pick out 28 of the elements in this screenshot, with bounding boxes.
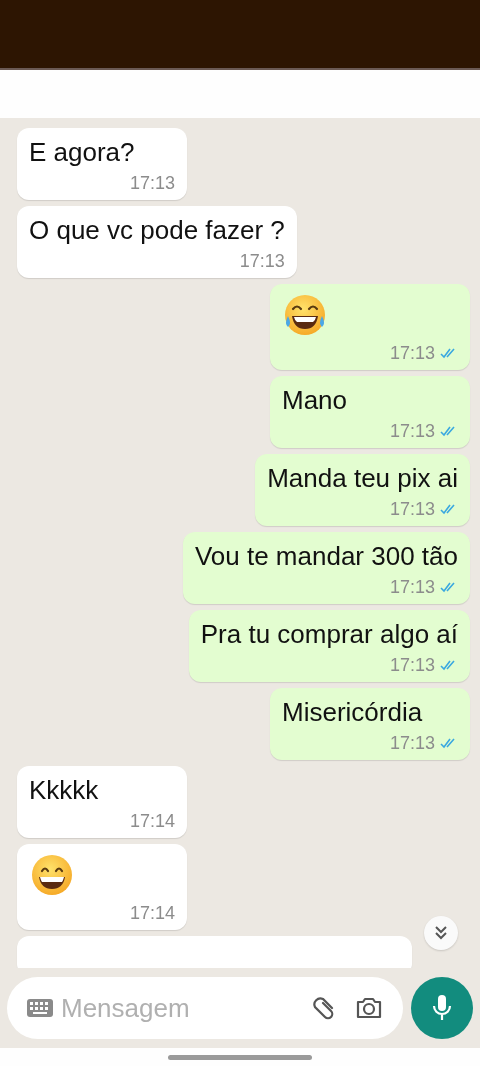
home-indicator[interactable] — [168, 1054, 312, 1060]
camera-icon[interactable] — [355, 996, 383, 1020]
message-time: 17:13 — [389, 576, 435, 598]
message-text: Manda teu pix ai — [267, 462, 458, 494]
message-input-field[interactable]: Mensagem — [61, 992, 291, 1024]
double-chevron-icon — [432, 924, 450, 942]
message-text: Misericórdia — [282, 696, 424, 728]
keyboard-icon[interactable] — [27, 999, 53, 1017]
message-time: 17:13 — [389, 732, 435, 754]
message-text: O que vc pode fazer ? — [29, 214, 285, 246]
message-time: 17:14 — [129, 810, 175, 832]
grinning-emoji-icon — [29, 852, 75, 898]
message-time: 17:13 — [389, 342, 435, 364]
message-composer[interactable]: Mensagem — [7, 977, 403, 1039]
message-time: 17:14 — [129, 902, 175, 924]
message-text: Mano — [282, 384, 349, 416]
message-time: 17:13 — [389, 498, 435, 520]
message-text: Pra tu comprar algo aí — [200, 618, 458, 650]
laughing-emoji-icon — [282, 292, 328, 338]
message-text: Kkkkk — [29, 774, 100, 806]
message-text: E agora? — [29, 136, 136, 168]
scroll-down-button[interactable] — [424, 916, 458, 950]
message-time: 17:13 — [129, 172, 175, 194]
message-time: 17:13 — [239, 250, 285, 272]
message-text: Vou te mandar 300 tão — [194, 540, 458, 572]
message-time: 17:13 — [389, 420, 435, 442]
message-time: 17:13 — [389, 654, 435, 676]
microphone-icon — [432, 994, 452, 1022]
